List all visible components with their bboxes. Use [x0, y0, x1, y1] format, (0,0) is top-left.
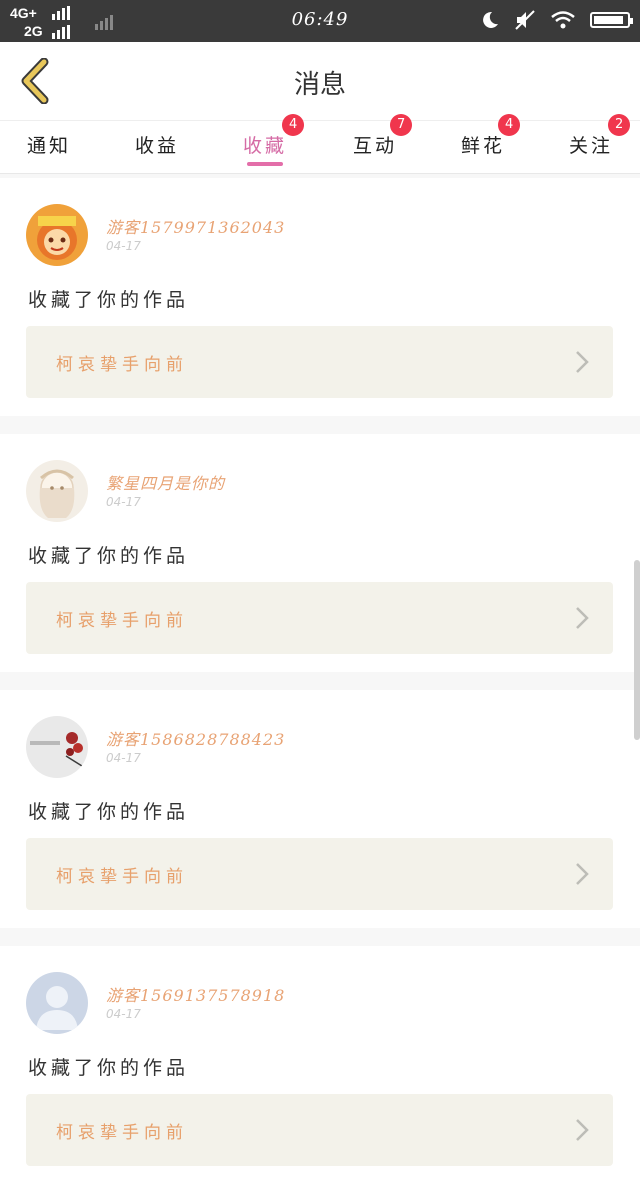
- tab-following[interactable]: 关注 2: [546, 114, 636, 173]
- chevron-right-icon: [576, 863, 589, 885]
- username[interactable]: 游客15868287884​23: [106, 726, 285, 750]
- username[interactable]: 游客15799713620​43: [106, 214, 285, 238]
- message-date: 04-17: [106, 239, 141, 253]
- page-title: 消息: [293, 70, 346, 100]
- action-text: 收藏了你的作品: [28, 1057, 190, 1079]
- avatar[interactable]: [26, 716, 88, 778]
- action-text: 收藏了你的作品: [28, 289, 190, 311]
- work-title: 柯哀挚手向前: [56, 1123, 188, 1143]
- status-bar: 4G+ 2G 06:49: [0, 0, 640, 42]
- header: 消息: [0, 42, 640, 120]
- tab-label: 互动: [352, 135, 397, 157]
- status-icons: [480, 9, 633, 31]
- chevron-right-icon: [576, 351, 589, 373]
- avatar[interactable]: [26, 460, 88, 522]
- tab-favorites[interactable]: 收藏 4: [220, 114, 310, 173]
- action-text: 收藏了你的作品: [28, 801, 190, 823]
- work-title: 柯哀挚手向前: [56, 867, 188, 887]
- message-date: 04-17: [106, 751, 141, 765]
- username[interactable]: 繁星四月是你的: [106, 470, 225, 494]
- chevron-right-icon: [576, 607, 589, 629]
- battery-icon: [590, 12, 633, 28]
- tab-label: 通知: [26, 135, 71, 157]
- username[interactable]: 游客1569137578918: [106, 982, 285, 1006]
- active-tab-indicator: [247, 162, 283, 166]
- work-link[interactable]: 柯哀挚手向前: [26, 1094, 613, 1166]
- chevron-right-icon: [576, 1119, 589, 1141]
- tab-notifications[interactable]: 通知: [4, 121, 94, 173]
- scrollbar[interactable]: [634, 560, 640, 740]
- action-text: 收藏了你的作品: [28, 545, 190, 567]
- message-card: 游客15868287884​23 04-17 收藏了你的作品 柯哀挚手向前: [0, 690, 640, 928]
- work-title: 柯哀挚手向前: [56, 355, 188, 375]
- wifi-icon: [551, 11, 575, 29]
- tab-bar: 通知 收益 收藏 4 互动 7 鲜花 4 关注 2: [0, 114, 640, 174]
- work-title: 柯哀挚手向前: [56, 611, 188, 631]
- mute-icon: [515, 10, 535, 30]
- work-link[interactable]: 柯哀挚手向前: [26, 326, 613, 398]
- message-card: 繁星四月是你的 04-17 收藏了你的作品 柯哀挚手向前: [0, 434, 640, 672]
- tab-interactions[interactable]: 互动 7: [330, 114, 420, 173]
- work-link[interactable]: 柯哀挚手向前: [26, 838, 613, 910]
- tab-label: 鲜花: [460, 135, 505, 157]
- message-date: 04-17: [106, 495, 141, 509]
- work-link[interactable]: 柯哀挚手向前: [26, 582, 613, 654]
- tab-earnings[interactable]: 收益: [112, 121, 202, 173]
- message-card: 游客1569137578918 04-17 收藏了你的作品 柯哀挚手向前: [0, 946, 640, 1184]
- avatar[interactable]: [26, 204, 88, 266]
- tab-flowers[interactable]: 鲜花 4: [438, 114, 528, 173]
- avatar[interactable]: [26, 972, 88, 1034]
- message-date: 04-17: [106, 1007, 141, 1021]
- message-card: 游客15799713620​43 04-17 收藏了你的作品 柯哀挚手向前: [0, 178, 640, 416]
- tab-label: 收益: [134, 135, 179, 157]
- moon-icon: [483, 11, 498, 28]
